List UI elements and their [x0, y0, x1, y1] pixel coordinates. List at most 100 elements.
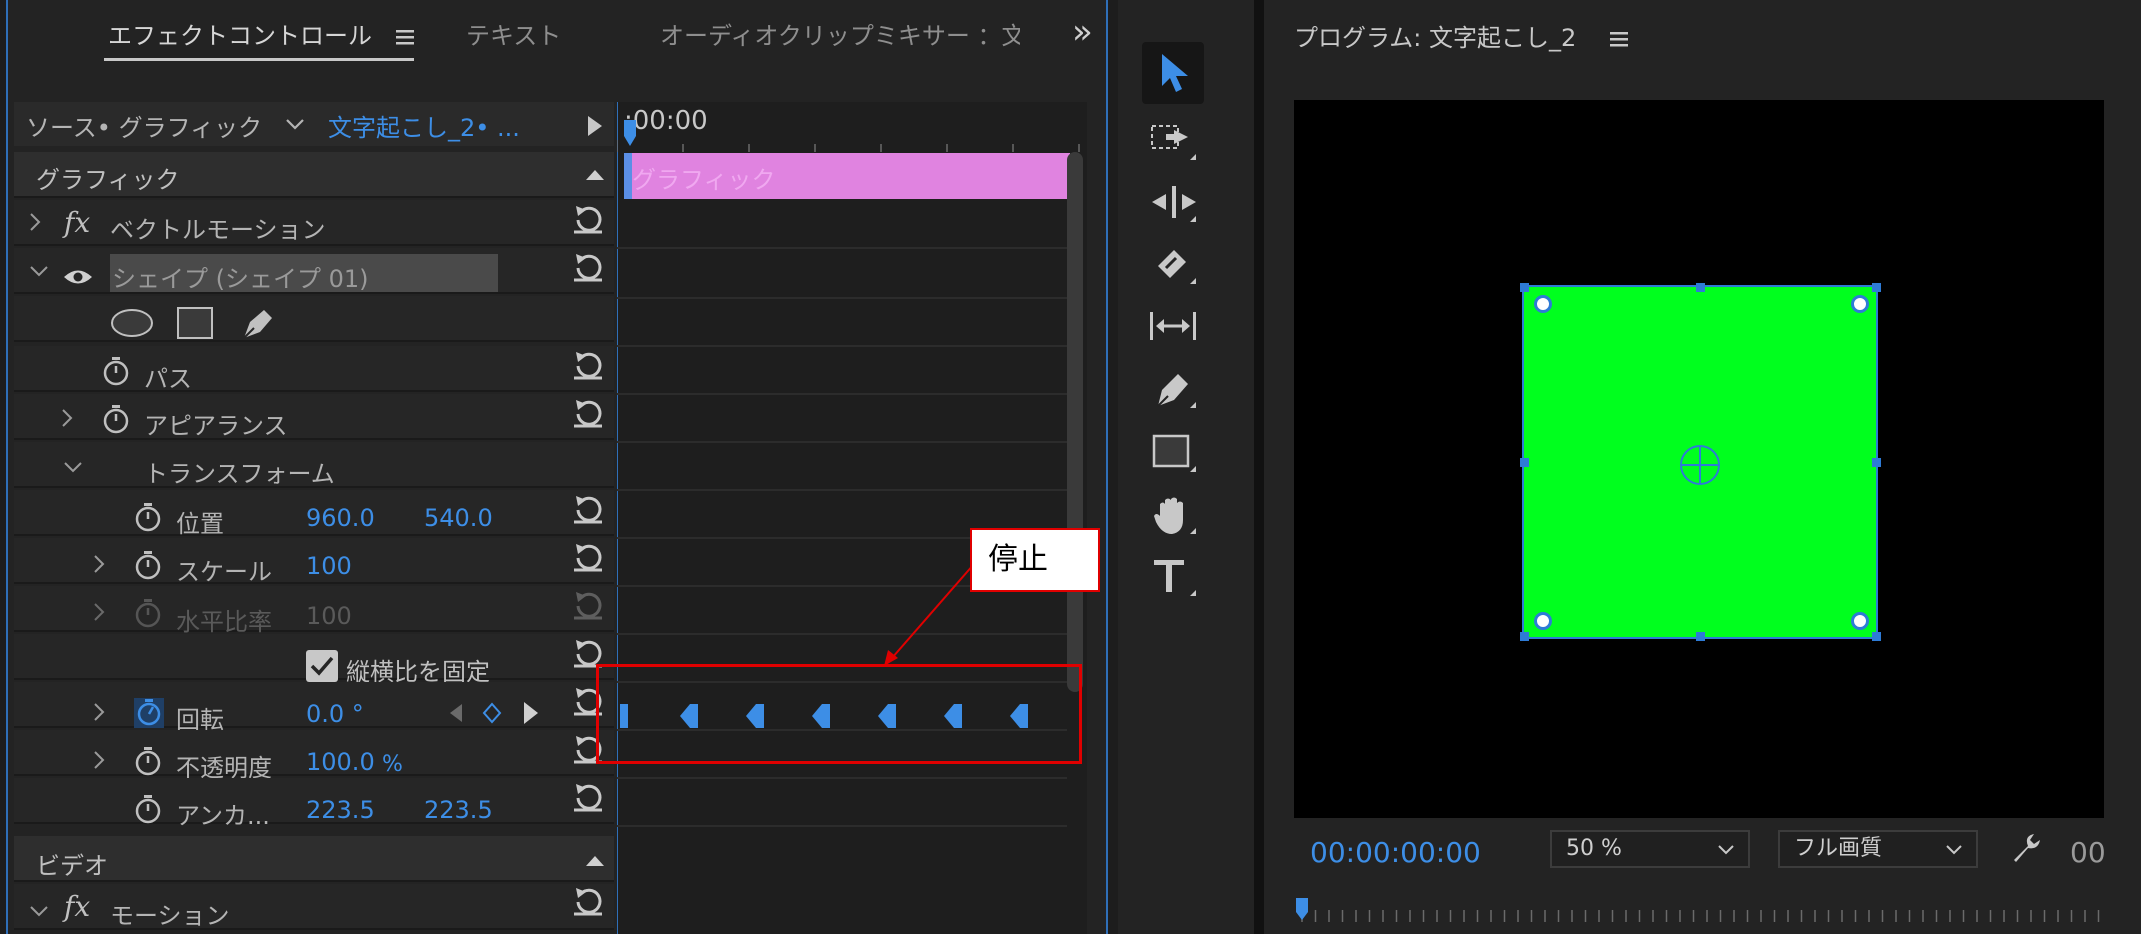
panel-menu-icon[interactable]	[1608, 28, 1630, 50]
anchor-point-icon[interactable]	[1678, 443, 1722, 487]
bbox-handle[interactable]	[1696, 632, 1705, 641]
corner-vertex-handle[interactable]	[1851, 295, 1869, 313]
clip-bar-start	[624, 153, 632, 199]
zoom-value: 50 %	[1566, 836, 1622, 861]
annotation-arrow	[884, 563, 975, 666]
position-label: 位置	[176, 510, 224, 538]
type-tool-icon[interactable]	[1150, 556, 1200, 600]
quality-value: フル画質	[1794, 836, 1883, 861]
wrench-settings-icon[interactable]	[2008, 830, 2044, 866]
eye-icon[interactable]	[62, 266, 94, 288]
opacity-unit: %	[382, 752, 403, 777]
stopwatch-active-icon[interactable]	[134, 696, 164, 728]
tab-audio-clip-mixer[interactable]: オーディオクリップミキサー ：文	[660, 16, 1020, 51]
next-keyframe-icon[interactable]	[522, 700, 540, 726]
motion-label: モーション	[110, 902, 230, 930]
fx-icon[interactable]: fx	[64, 890, 90, 923]
stopwatch-icon	[134, 598, 162, 628]
annotation-callout: 停止	[970, 528, 1100, 592]
graphic-section-label: グラフィック	[36, 166, 180, 194]
bbox-handle[interactable]	[1520, 458, 1529, 467]
tab-text[interactable]: テキスト	[466, 16, 561, 51]
bbox-handle[interactable]	[1872, 632, 1881, 641]
rectangle-tool-icon[interactable]	[1150, 432, 1200, 476]
pen-tool-icon[interactable]	[238, 304, 278, 342]
corner-vertex-handle[interactable]	[1534, 612, 1552, 630]
prev-keyframe-icon[interactable]	[448, 702, 464, 724]
expand-chevron-icon[interactable]	[92, 748, 106, 772]
timeline-ruler	[617, 140, 1080, 152]
clip-bar-label: グラフィック	[632, 166, 776, 194]
ripple-edit-tool-icon[interactable]	[1150, 182, 1200, 226]
appearance-label: アピアランス	[144, 412, 288, 440]
anchor-label: アンカ...	[176, 802, 270, 830]
uniform-scale-checkbox[interactable]	[306, 650, 338, 682]
bbox-handle[interactable]	[1520, 283, 1529, 292]
razor-tool-icon[interactable]	[1150, 244, 1200, 288]
stopwatch-icon[interactable]	[102, 404, 130, 434]
source-label: ソース• グラフィック	[26, 114, 263, 142]
expand-chevron-icon[interactable]	[28, 210, 42, 234]
bbox-handle[interactable]	[1872, 283, 1881, 292]
program-timecode[interactable]: 00:00:00:00	[1310, 836, 1481, 869]
vector-motion-label: ベクトルモーション	[110, 216, 326, 244]
play-arrow-icon[interactable]	[584, 114, 604, 138]
hand-tool-icon[interactable]	[1150, 494, 1200, 538]
timeline-scrollbar[interactable]	[1067, 152, 1083, 692]
scale-label: スケール	[176, 558, 272, 586]
reset-icons-column	[572, 204, 604, 916]
position-y-value[interactable]: 540.0	[424, 504, 493, 532]
expand-chevron-icon[interactable]	[92, 552, 106, 576]
motion-row[interactable]	[14, 884, 614, 930]
panel-menu-icon[interactable]	[394, 26, 416, 48]
add-keyframe-icon[interactable]	[482, 702, 502, 724]
collapse-chevron-icon[interactable]	[28, 264, 50, 278]
opacity-value[interactable]: 100.0	[306, 748, 375, 776]
trailing-timecode: 00	[2070, 836, 2106, 869]
ellipse-tool-icon[interactable]	[110, 307, 154, 339]
transform-label: トランスフォーム	[144, 460, 335, 488]
bbox-handle[interactable]	[1696, 283, 1705, 292]
stopwatch-icon[interactable]	[102, 356, 130, 386]
bbox-handle[interactable]	[1520, 632, 1529, 641]
path-label: パス	[144, 365, 192, 393]
collapse-up-icon[interactable]	[584, 168, 606, 182]
stopwatch-icon[interactable]	[134, 550, 162, 580]
clip-name-link[interactable]: 文字起こし_2• ...	[328, 108, 520, 143]
fx-icon[interactable]: fx	[64, 206, 90, 239]
program-monitor-title[interactable]: プログラム: 文字起こし_2	[1294, 18, 1576, 53]
slip-tool-icon[interactable]	[1148, 306, 1200, 350]
rotation-value[interactable]: 0.0 °	[306, 700, 364, 728]
stopwatch-icon[interactable]	[134, 502, 162, 532]
corner-vertex-handle[interactable]	[1851, 612, 1869, 630]
chevron-down-icon[interactable]	[284, 116, 306, 132]
collapse-chevron-icon[interactable]	[28, 904, 50, 918]
expand-chevron-icon[interactable]	[92, 700, 106, 724]
pen-tool-icon[interactable]	[1150, 368, 1200, 412]
expand-chevron-icon[interactable]	[60, 406, 74, 430]
anchor-x-value[interactable]: 223.5	[306, 796, 375, 824]
bbox-handle[interactable]	[1872, 458, 1881, 467]
stopwatch-icon[interactable]	[134, 746, 162, 776]
shape-layer-label: シェイプ (シェイプ 01)	[112, 265, 369, 293]
chevron-down-icon	[1944, 843, 1964, 857]
anchor-y-value[interactable]: 223.5	[424, 796, 493, 824]
rectangle-tool-icon[interactable]	[176, 306, 214, 340]
shape-tools-row	[14, 296, 614, 342]
expand-chevron-icon[interactable]	[92, 600, 106, 624]
annotation-highlight-box	[596, 664, 1082, 764]
scale-width-value: 100	[306, 602, 352, 630]
stopwatch-icon[interactable]	[134, 794, 162, 824]
scale-width-label: 水平比率	[176, 608, 272, 636]
tab-effect-controls[interactable]: エフェクトコントロール	[108, 16, 372, 51]
scale-value[interactable]: 100	[306, 552, 352, 580]
panel-divider	[1254, 0, 1264, 934]
position-x-value[interactable]: 960.0	[306, 504, 375, 532]
video-section-label: ビデオ	[36, 852, 108, 880]
selection-tool-icon[interactable]	[1158, 52, 1192, 94]
program-time-ruler[interactable]	[1294, 896, 2114, 934]
tabs-overflow-icon[interactable]: »	[1072, 12, 1093, 52]
collapse-chevron-icon[interactable]	[62, 460, 84, 474]
track-select-tool-icon[interactable]	[1150, 120, 1200, 164]
corner-vertex-handle[interactable]	[1534, 295, 1552, 313]
